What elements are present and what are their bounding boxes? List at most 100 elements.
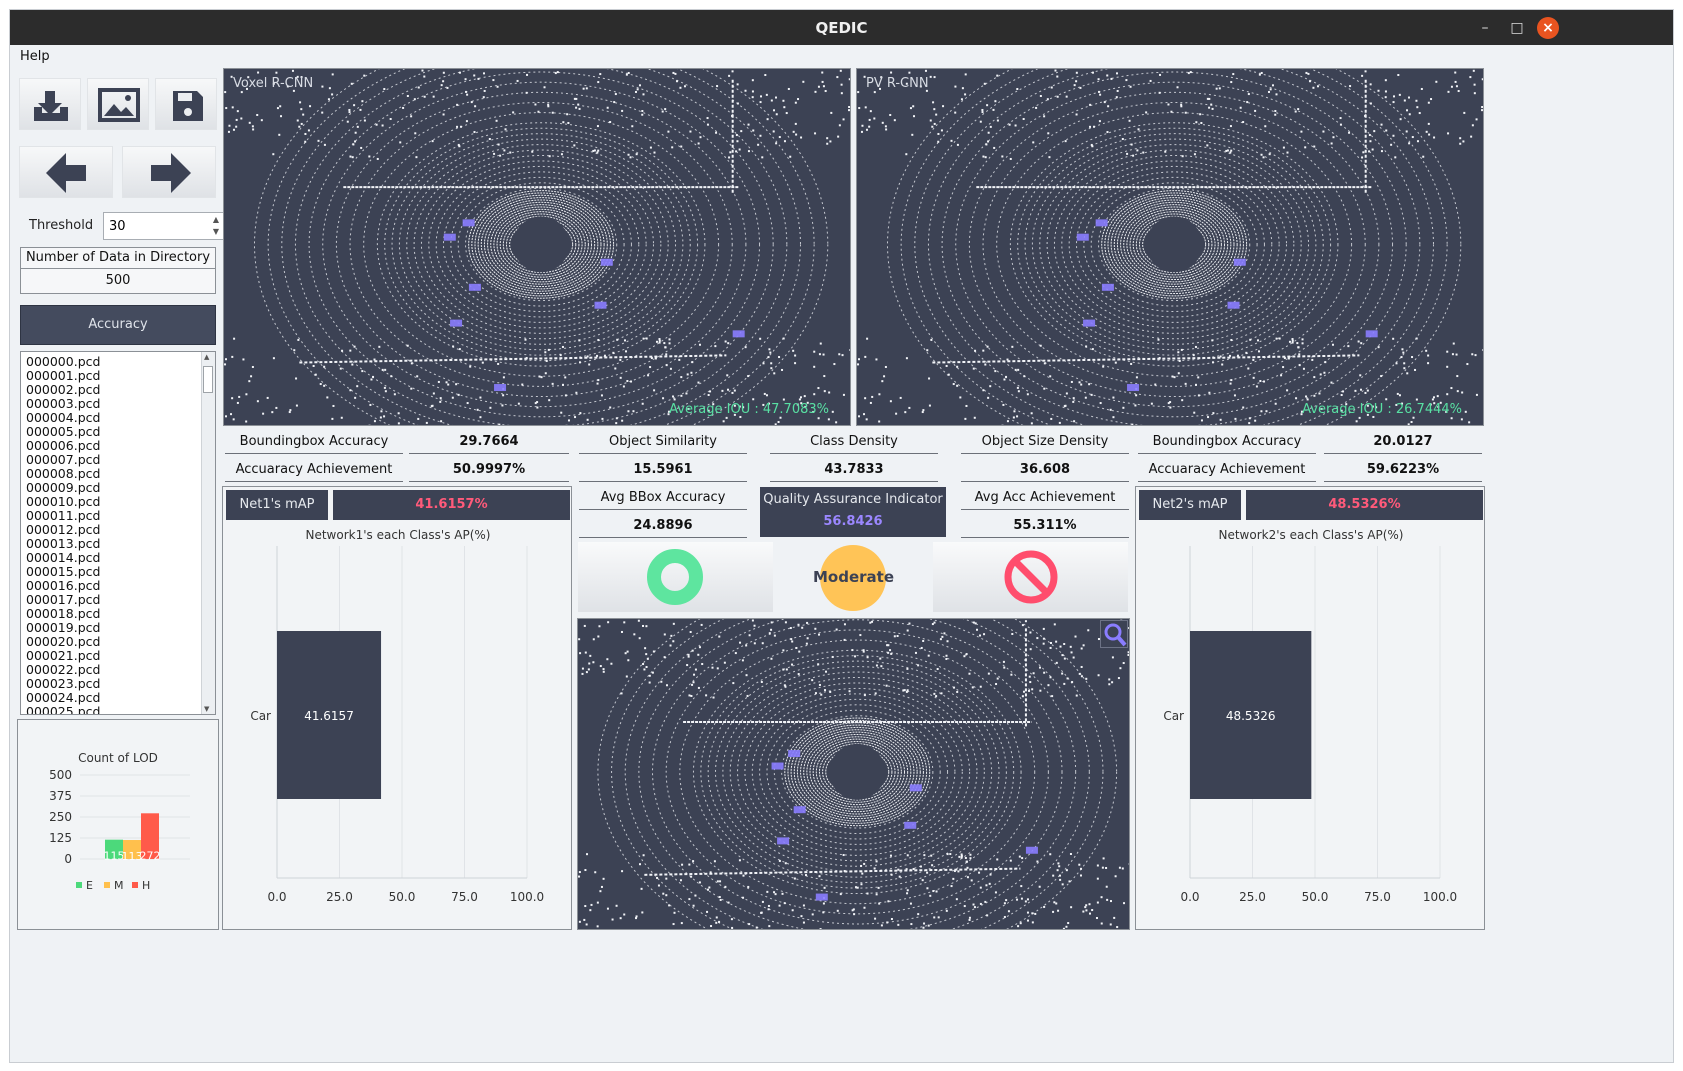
scan-point — [731, 114, 734, 117]
file-list-item[interactable]: 000000.pcd — [26, 354, 100, 369]
image-button[interactable] — [87, 78, 149, 130]
scan-point — [1029, 681, 1032, 684]
scan-point — [1154, 383, 1157, 386]
scan-point — [878, 902, 881, 905]
scan-point — [1399, 118, 1402, 121]
scan-point — [1311, 358, 1314, 361]
file-list-item[interactable]: 000019.pcd — [26, 620, 100, 635]
scan-point — [697, 653, 700, 656]
scan-point — [439, 400, 442, 403]
scan-point — [842, 118, 845, 121]
scan-point — [656, 876, 659, 879]
scan-point — [584, 869, 587, 872]
spin-up-icon[interactable]: ▲ — [211, 215, 221, 224]
minimize-button[interactable]: – — [1474, 17, 1496, 39]
file-list-item[interactable]: 000015.pcd — [26, 564, 100, 579]
file-list-item[interactable]: 000005.pcd — [26, 424, 100, 439]
scan-point — [746, 694, 749, 697]
scan-point — [1024, 659, 1027, 662]
scan-point — [410, 362, 413, 365]
load-button[interactable] — [19, 78, 81, 130]
scan-point — [873, 91, 876, 94]
scan-point — [1096, 877, 1099, 880]
scan-point — [1282, 366, 1285, 369]
file-list-item[interactable]: 000007.pcd — [26, 452, 100, 467]
save-button[interactable] — [155, 78, 217, 130]
scan-point — [996, 119, 999, 122]
scan-point — [551, 111, 554, 114]
scan-point — [672, 395, 675, 398]
scan-point — [596, 151, 599, 154]
scan-point — [1431, 398, 1434, 401]
scan-point — [1085, 909, 1088, 912]
scan-point — [257, 71, 260, 74]
file-list-item[interactable]: 000012.pcd — [26, 522, 100, 537]
scan-point — [860, 864, 863, 867]
file-list-item[interactable]: 000025.pcd — [26, 704, 100, 714]
scan-point — [890, 918, 893, 921]
file-list-item[interactable]: 000017.pcd — [26, 592, 100, 607]
file-list-item[interactable]: 000020.pcd — [26, 634, 100, 649]
scan-point — [1017, 925, 1020, 928]
file-list-item[interactable]: 000016.pcd — [26, 578, 100, 593]
threshold-label: Threshold — [29, 218, 94, 233]
file-list[interactable]: 000000.pcd 000001.pcd 000002.pcd 000003.pcd… — [20, 351, 216, 715]
scan-point — [543, 86, 546, 89]
file-list-item[interactable]: 000003.pcd — [26, 396, 100, 411]
scan-point — [650, 357, 653, 360]
file-list-item[interactable]: 000014.pcd — [26, 550, 100, 565]
scan-point — [680, 394, 683, 397]
scrollbar-thumb[interactable] — [203, 366, 213, 393]
file-list-item[interactable]: 000018.pcd — [26, 606, 100, 621]
scan-point — [672, 923, 675, 926]
previous-button[interactable] — [19, 146, 113, 198]
file-list-item[interactable]: 000013.pcd — [26, 536, 100, 551]
scan-point — [619, 376, 622, 379]
scan-point — [871, 620, 874, 623]
file-list-item[interactable]: 000010.pcd — [26, 494, 100, 509]
zoom-button[interactable] — [1100, 620, 1128, 648]
scan-point — [937, 132, 940, 135]
scan-point — [692, 904, 695, 907]
scan-point — [1080, 867, 1083, 870]
menu-help[interactable]: Help — [20, 49, 50, 64]
scan-point — [979, 902, 982, 905]
file-list-item[interactable]: 000011.pcd — [26, 508, 100, 523]
left-point-cloud-view[interactable]: Voxel R-CNN Average IOU : 47.7083% — [223, 68, 851, 426]
file-list-item[interactable]: 000002.pcd — [26, 382, 100, 397]
scan-point — [600, 394, 603, 397]
file-list-item[interactable]: 000001.pcd — [26, 368, 100, 383]
maximize-button[interactable]: □ — [1506, 17, 1528, 39]
scan-point — [718, 635, 721, 638]
file-list-item[interactable]: 000006.pcd — [26, 438, 100, 453]
scan-point — [1073, 420, 1076, 423]
scan-point — [232, 128, 235, 131]
scan-point — [256, 400, 259, 403]
right-point-cloud-view[interactable]: PV R-CNN Average IOU : 26.7444% — [856, 68, 1484, 426]
threshold-spinbox[interactable]: 30 ▲ ▼ — [103, 212, 224, 240]
scan-point — [238, 395, 241, 398]
scan-point — [648, 681, 651, 684]
file-list-item[interactable]: 000023.pcd — [26, 676, 100, 691]
scan-point — [972, 367, 975, 370]
file-list-item[interactable]: 000021.pcd — [26, 648, 100, 663]
accuracy-button[interactable]: Accuracy — [20, 305, 216, 345]
next-button[interactable] — [122, 146, 216, 198]
spin-down-icon[interactable]: ▼ — [211, 227, 221, 236]
file-list-scrollbar[interactable]: ▲ ▼ — [201, 352, 215, 714]
scan-point — [1415, 337, 1418, 340]
scan-point — [665, 877, 668, 880]
file-list-item[interactable]: 000004.pcd — [26, 410, 100, 425]
net2-ap-chart: Network2's each Class's AP(%)0.0 25.0 50.0… — [1163, 528, 1457, 904]
scan-point — [691, 683, 694, 686]
file-list-item[interactable]: 000022.pcd — [26, 662, 100, 677]
file-list-item[interactable]: 000024.pcd — [26, 690, 100, 705]
file-list-item[interactable]: 000008.pcd — [26, 466, 100, 481]
center-point-cloud-view[interactable] — [577, 618, 1130, 930]
scan-point — [1085, 677, 1088, 680]
close-button[interactable]: × — [1537, 17, 1559, 39]
file-list-item[interactable]: 000009.pcd — [26, 480, 100, 495]
directory-count-label: Number of Data in Directory — [20, 247, 216, 269]
threshold-value[interactable]: 30 — [109, 219, 126, 234]
ap-category-label: Car — [1163, 709, 1184, 723]
